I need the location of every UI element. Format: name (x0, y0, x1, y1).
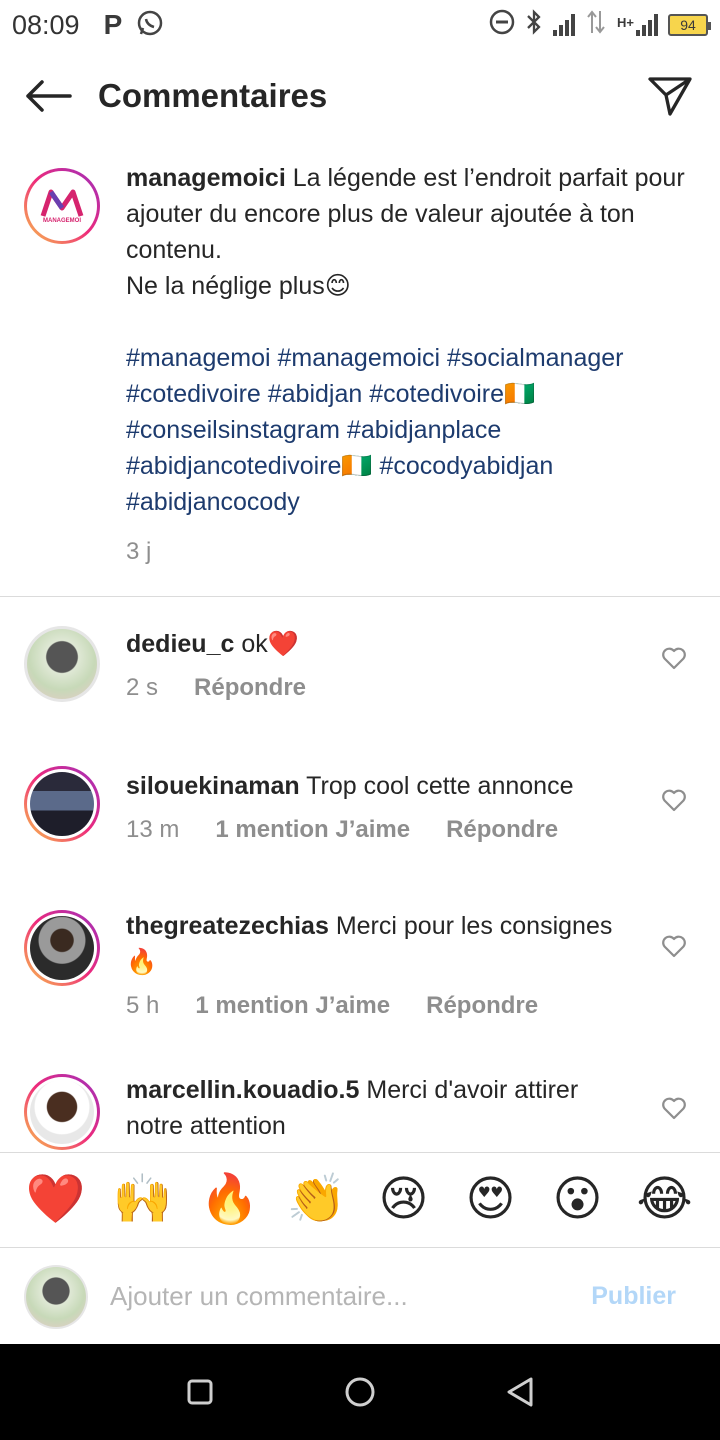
network-type: H+ (617, 15, 634, 30)
emoji-quick-bar: ❤️ 🙌 🔥 👏 😢 😍 😮 😂 (0, 1152, 720, 1248)
comment-meta: 13 m 1 mention J’aime Répondre (126, 812, 636, 848)
back-button[interactable] (18, 66, 78, 126)
square-icon (187, 1379, 213, 1405)
emoji-crying[interactable]: 😢 (372, 1176, 436, 1224)
caption-body: managemoici La légende est l’endroit par… (126, 160, 686, 570)
emoji-surprised[interactable]: 😮 (546, 1176, 610, 1224)
status-time: 08:09 (12, 9, 80, 40)
like-comment-button[interactable] (658, 1092, 690, 1124)
caption-text-2: Ne la néglige plus😊 (126, 272, 351, 300)
divider (0, 596, 720, 597)
comment-username[interactable]: silouekinaman (126, 772, 300, 800)
comment-avatar[interactable] (24, 766, 100, 842)
comment-time: 5 h (126, 992, 160, 1019)
like-comment-button[interactable] (658, 930, 690, 962)
emoji-red-heart[interactable]: ❤️ (24, 1176, 88, 1224)
emoji-clapping[interactable]: 👏 (285, 1176, 349, 1224)
reply-button[interactable]: Répondre (446, 812, 558, 848)
logo-m-icon (40, 189, 84, 217)
comment-body: thegreatezechias Merci pour les consigne… (126, 908, 636, 1024)
signal-icon (553, 14, 576, 36)
comment-meta: 2 s Répondre (126, 670, 636, 706)
emoji-laughing[interactable]: 😂 (633, 1176, 697, 1224)
dnd-icon (489, 9, 515, 41)
comment-avatar[interactable] (24, 910, 100, 986)
comment-body: silouekinaman Trop cool cette annonce 13… (126, 768, 636, 848)
comment-item: dedieu_c ok❤️ 2 s Répondre (0, 626, 720, 706)
reply-button[interactable]: Répondre (426, 988, 538, 1024)
emoji-fire[interactable]: 🔥 (198, 1176, 262, 1224)
arrow-left-icon (26, 80, 72, 112)
battery-icon: 94 (668, 14, 711, 36)
publish-button[interactable]: Publier (591, 1282, 676, 1311)
comment-item: thegreatezechias Merci pour les consigne… (0, 910, 720, 1024)
parking-app-icon: P (103, 9, 123, 40)
comment-likes[interactable]: 1 mention J’aime (215, 812, 410, 848)
comment-body: marcellin.kouadio.5 Merci d'avoir attire… (126, 1072, 636, 1150)
status-right: H+ 94 (489, 9, 711, 41)
comment-composer: Publier (0, 1249, 720, 1344)
comment-username[interactable]: dedieu_c (126, 630, 234, 658)
comment-item: marcellin.kouadio.5 Merci d'avoir attire… (0, 1074, 720, 1150)
comment-avatar[interactable] (24, 626, 100, 702)
avatar (30, 916, 94, 980)
avatar (26, 1266, 86, 1327)
avatar (27, 629, 97, 699)
caption-hashtags[interactable]: #managemoi #managemoici #socialmanager #… (126, 340, 686, 520)
caption-time: 3 j (126, 538, 152, 565)
managemoici-logo: MANAGEMOI (30, 174, 94, 238)
triangle-back-icon (507, 1377, 533, 1407)
heart-outline-icon (662, 1097, 686, 1120)
logo-text: MANAGEMOI (43, 218, 81, 224)
caption-username[interactable]: managemoici (126, 164, 286, 192)
comment-avatar[interactable] (24, 1074, 100, 1150)
comment-item: silouekinaman Trop cool cette annonce 13… (0, 766, 720, 848)
status-bar: 08:09 P H+ 94 (0, 0, 720, 50)
data-transfer-icon (585, 9, 607, 41)
comment-time: 13 m (126, 816, 180, 843)
comment-username[interactable]: thegreatezechias (126, 912, 329, 940)
page-title: Commentaires (98, 77, 328, 114)
emoji-raising-hands[interactable]: 🙌 (111, 1176, 175, 1224)
like-comment-button[interactable] (658, 784, 690, 816)
comment-likes[interactable]: 1 mention J’aime (195, 988, 390, 1024)
comment-text: ok❤️ (241, 630, 299, 658)
comment-body: dedieu_c ok❤️ 2 s Répondre (126, 626, 636, 706)
status-left: 08:09 P (12, 9, 164, 42)
signal-icon-2 (636, 14, 658, 36)
comment-meta: 5 h 1 mention J’aime Répondre (126, 988, 636, 1024)
post-caption: MANAGEMOI managemoici La légende est l’e… (0, 160, 720, 570)
like-comment-button[interactable] (658, 642, 690, 674)
comment-input[interactable] (110, 1281, 592, 1312)
header: Commentaires (0, 50, 720, 142)
heart-outline-icon (662, 935, 686, 958)
bluetooth-icon (525, 9, 543, 41)
recents-button[interactable] (176, 1368, 224, 1416)
comment-time: 2 s (126, 674, 159, 701)
caption-avatar[interactable]: MANAGEMOI (24, 168, 100, 244)
circle-icon (345, 1377, 375, 1407)
comment-username[interactable]: marcellin.kouadio.5 (126, 1076, 359, 1104)
avatar (30, 1080, 94, 1144)
paper-plane-icon (648, 77, 692, 116)
share-button[interactable] (642, 68, 698, 124)
reply-button[interactable]: Répondre (194, 670, 306, 706)
heart-outline-icon (662, 647, 686, 670)
emoji-heart-eyes[interactable]: 😍 (459, 1176, 523, 1224)
comment-text: Trop cool cette annonce (306, 772, 574, 800)
avatar (30, 772, 94, 836)
heart-outline-icon (662, 789, 686, 812)
whatsapp-icon (136, 9, 164, 42)
current-user-avatar (24, 1264, 88, 1329)
system-nav-bar (0, 1344, 720, 1440)
back-nav-button[interactable] (496, 1368, 544, 1416)
home-button[interactable] (336, 1368, 384, 1416)
battery-level: 94 (680, 17, 696, 33)
